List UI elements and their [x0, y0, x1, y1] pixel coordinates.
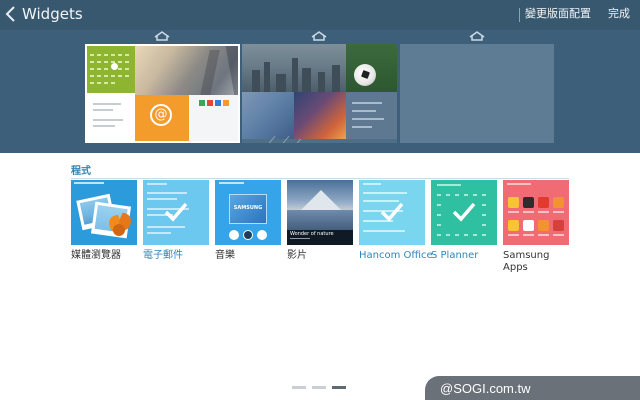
section-title: 程式	[71, 166, 91, 177]
section-divider	[71, 178, 569, 179]
widget-label-samsung-apps: Samsung Apps	[503, 250, 550, 273]
calendar-grid	[90, 54, 132, 92]
widget-tile-s-planner[interactable]	[431, 180, 497, 245]
app-icon	[523, 220, 534, 231]
app-icon	[508, 197, 519, 208]
widget-tile-music[interactable]: SAMSUNG	[215, 180, 281, 245]
home-page-thumbnail-2[interactable]	[242, 44, 397, 143]
next-icon	[257, 230, 267, 240]
app-icon	[538, 220, 549, 231]
selected-check-icon	[380, 200, 404, 224]
widget-label-gallery: 媒體瀏覽器	[71, 250, 121, 261]
app-icon	[523, 197, 534, 208]
page-title: Widgets	[22, 5, 83, 23]
widget-tile-hancom-office[interactable]	[359, 180, 425, 245]
back-chevron-icon[interactable]	[4, 4, 22, 26]
home-icon[interactable]	[154, 31, 170, 41]
app-icon	[553, 220, 564, 231]
home-icon[interactable]	[311, 31, 327, 41]
city-photo-widget	[242, 44, 346, 92]
action-divider	[519, 8, 520, 22]
previous-icon	[229, 230, 239, 240]
album-title: SAMSUNG	[233, 205, 263, 211]
widget-tile-video[interactable]: Wonder of nature	[287, 180, 353, 245]
widget-tile-samsung-apps[interactable]	[503, 180, 569, 245]
widget-label-video: 影片	[287, 250, 307, 261]
office-app-icon	[199, 100, 205, 106]
home-page-thumbnail-1[interactable]: @	[85, 44, 240, 143]
app-icon	[553, 197, 564, 208]
action-bar: Widgets 變更版面配置 完成	[0, 0, 640, 30]
widget-label-music: 音樂	[215, 250, 235, 261]
page-indicator-dot-active	[332, 386, 346, 389]
notes-widget	[87, 93, 135, 141]
office-app-icon	[223, 100, 229, 106]
calendar-today-marker	[111, 63, 118, 70]
office-app-icon	[215, 100, 221, 106]
at-sign-icon: @	[150, 104, 172, 126]
edit-layout-button[interactable]: 變更版面配置	[525, 7, 591, 21]
widget-label-email: 電子郵件	[143, 250, 183, 261]
office-app-icon	[207, 100, 213, 106]
watermark-text: @SOGI.com.tw	[440, 381, 531, 396]
page-indicator-dot	[312, 386, 326, 389]
widget-label-s-planner: S Planner	[431, 250, 479, 261]
home-icon[interactable]	[469, 31, 485, 41]
glass-photo-widget	[242, 92, 304, 143]
widget-tile-email[interactable]	[143, 180, 209, 245]
play-icon	[243, 230, 253, 240]
page-indicator-dot	[292, 386, 306, 389]
home-page-thumbnail-3[interactable]	[400, 44, 554, 143]
list-widget	[346, 92, 397, 139]
sunset-photo-widget	[294, 92, 346, 139]
video-caption: Wonder of nature	[290, 231, 334, 237]
office-widget	[189, 95, 238, 141]
selected-check-icon	[164, 200, 188, 224]
widget-tile-gallery[interactable]	[71, 180, 137, 245]
app-icon	[538, 197, 549, 208]
selected-check-icon	[452, 200, 476, 224]
widget-label-hancom-office: Hancom Office	[359, 250, 433, 261]
app-icon	[508, 220, 519, 231]
done-button[interactable]: 完成	[608, 7, 630, 21]
gallery-widget-photo	[135, 46, 238, 95]
